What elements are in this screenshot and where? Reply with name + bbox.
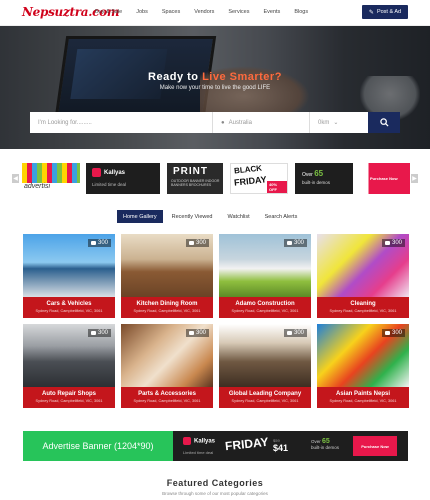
photo-count-badge: 300 xyxy=(381,329,405,337)
kallyas-logo-icon xyxy=(92,168,101,177)
site-header: Nepsuztra.com Buy & Sale Jobs Spaces Ven… xyxy=(0,0,430,26)
ad-slider: ◀ advertisi Kallyas Limited time deal PR… xyxy=(12,163,418,195)
camera-icon xyxy=(188,241,194,245)
tab-watchlist[interactable]: Watchlist xyxy=(222,210,256,223)
slider-ad-purchase[interactable]: Purchase Now xyxy=(358,163,410,194)
photo-count-badge: 300 xyxy=(87,239,111,247)
card-title: Asian Paints Nepsi xyxy=(335,391,391,397)
slider-ad-demos[interactable]: Over 65 built-in demos xyxy=(295,163,353,194)
main-nav: Buy & Sale Jobs Spaces Vendors Services … xyxy=(95,9,322,15)
nav-events[interactable]: Events xyxy=(263,9,280,15)
kallyas-logo-icon xyxy=(183,437,191,445)
location-pin-icon: ● xyxy=(221,119,225,126)
slider-next-button[interactable]: ▶ xyxy=(411,174,418,183)
camera-icon xyxy=(90,241,96,245)
slider-prev-button[interactable]: ◀ xyxy=(12,174,19,183)
tab-home-gallery[interactable]: Home Gallery xyxy=(117,210,163,223)
card-address: Sydney Road, Campbellfield, VIC, 3061 xyxy=(35,309,103,313)
post-icon: ✎ xyxy=(368,9,374,16)
card-title: Global Leading Company xyxy=(228,391,302,397)
card-title: Kitchen Dining Room xyxy=(136,301,198,307)
category-card[interactable]: 300 Cleaning Sydney Road, Campbellfield, … xyxy=(317,234,409,318)
slider-ad-black-friday[interactable]: BLACK FRIDAY 40% OFF xyxy=(230,163,288,194)
category-card[interactable]: 300 Kitchen Dining Room Sydney Road, Camp… xyxy=(121,234,213,318)
gallery-tabs: Home Gallery Recently Viewed Watchlist S… xyxy=(117,210,306,223)
camera-icon xyxy=(90,331,96,335)
tab-recently-viewed[interactable]: Recently Viewed xyxy=(166,210,219,223)
tab-search-alerts[interactable]: Search Alerts xyxy=(259,210,304,223)
category-card[interactable]: 300 Adamo Construction Sydney Road, Campb… xyxy=(219,234,311,318)
hero-banner: Ready to Live Smarter? Make now your tim… xyxy=(0,26,430,149)
search-bar: I'm Looking for......... ● Australia 0km… xyxy=(30,112,400,133)
advertise-banner[interactable]: Advertise Banner (1204*90) Kallyas Limit… xyxy=(23,431,408,461)
category-card[interactable]: 300 Asian Paints Nepsi Sydney Road, Campb… xyxy=(317,324,409,408)
card-title: Cars & Vehicles xyxy=(46,301,92,307)
slider-ad-advertising[interactable]: advertisi xyxy=(22,163,80,194)
card-address: Sydney Road, Campbellfield, VIC, 3061 xyxy=(329,309,397,313)
card-address: Sydney Road, Campbellfield, VIC, 3061 xyxy=(133,309,201,313)
slider-ad-kallyas[interactable]: Kallyas Limited time deal xyxy=(86,163,160,194)
post-ad-button[interactable]: ✎ Post & Ad xyxy=(362,5,408,19)
slider-ad-print[interactable]: PRINT OUTDOOR BANNER INDOOR BANNERS BROC… xyxy=(167,163,223,194)
card-address: Sydney Road, Campbellfield, VIC, 3061 xyxy=(35,399,103,403)
chevron-down-icon: ⌄ xyxy=(333,120,339,126)
section-title: Featured Categories xyxy=(166,478,264,488)
card-title: Parts & Accessories xyxy=(138,391,196,397)
post-ad-label: Post & Ad xyxy=(376,9,402,15)
card-address: Sydney Road, Campbellfield, VIC, 3061 xyxy=(231,399,299,403)
search-input[interactable]: I'm Looking for......... xyxy=(30,112,213,133)
photo-count-badge: 300 xyxy=(185,329,209,337)
search-icon xyxy=(379,118,389,127)
nav-buy-sale[interactable]: Buy & Sale xyxy=(95,9,122,15)
purchase-now-button[interactable]: Purchase Now xyxy=(353,436,397,456)
camera-icon xyxy=(286,331,292,335)
advertise-banner-label: Advertise Banner (1204*90) xyxy=(23,431,173,461)
card-title: Cleaning xyxy=(350,301,376,307)
photo-count-badge: 300 xyxy=(381,239,405,247)
search-button[interactable] xyxy=(368,112,400,133)
card-address: Sydney Road, Campbellfield, VIC, 3061 xyxy=(231,309,299,313)
card-title: Auto Repair Shops xyxy=(41,391,96,397)
nav-blogs[interactable]: Blogs xyxy=(294,9,308,15)
camera-icon xyxy=(384,331,390,335)
photo-count-badge: 300 xyxy=(185,239,209,247)
nav-vendors[interactable]: Vendors xyxy=(194,9,214,15)
photo-count-badge: 300 xyxy=(87,329,111,337)
category-card[interactable]: 300 Auto Repair Shops Sydney Road, Campbe… xyxy=(23,324,115,408)
card-address: Sydney Road, Campbellfield, VIC, 3061 xyxy=(329,399,397,403)
nav-jobs[interactable]: Jobs xyxy=(136,9,148,15)
location-field[interactable]: ● Australia xyxy=(213,112,310,133)
hero-subtitle: Make now your time to live the good LIFE xyxy=(159,85,271,91)
camera-icon xyxy=(384,241,390,245)
distance-select[interactable]: 0km ⌄ xyxy=(310,112,368,133)
camera-icon xyxy=(188,331,194,335)
advertise-banner-ad: Kallyas Limited time deal FRIDAY $59 $41 … xyxy=(173,431,408,461)
photo-count-badge: 300 xyxy=(283,329,307,337)
hero-title: Ready to Live Smarter? xyxy=(148,71,282,83)
card-title: Adamo Construction xyxy=(235,301,295,307)
nav-spaces[interactable]: Spaces xyxy=(162,9,180,15)
category-card[interactable]: 300 Parts & Accessories Sydney Road, Camp… xyxy=(121,324,213,408)
category-card[interactable]: 300 Global Leading Company Sydney Road, C… xyxy=(219,324,311,408)
card-address: Sydney Road, Campbellfield, VIC, 3061 xyxy=(133,399,201,403)
photo-count-badge: 300 xyxy=(283,239,307,247)
section-subtitle: Browse through some of our most popular … xyxy=(162,491,268,496)
category-card[interactable]: 300 Cars & Vehicles Sydney Road, Campbell… xyxy=(23,234,115,318)
nav-services[interactable]: Services xyxy=(228,9,249,15)
camera-icon xyxy=(286,241,292,245)
